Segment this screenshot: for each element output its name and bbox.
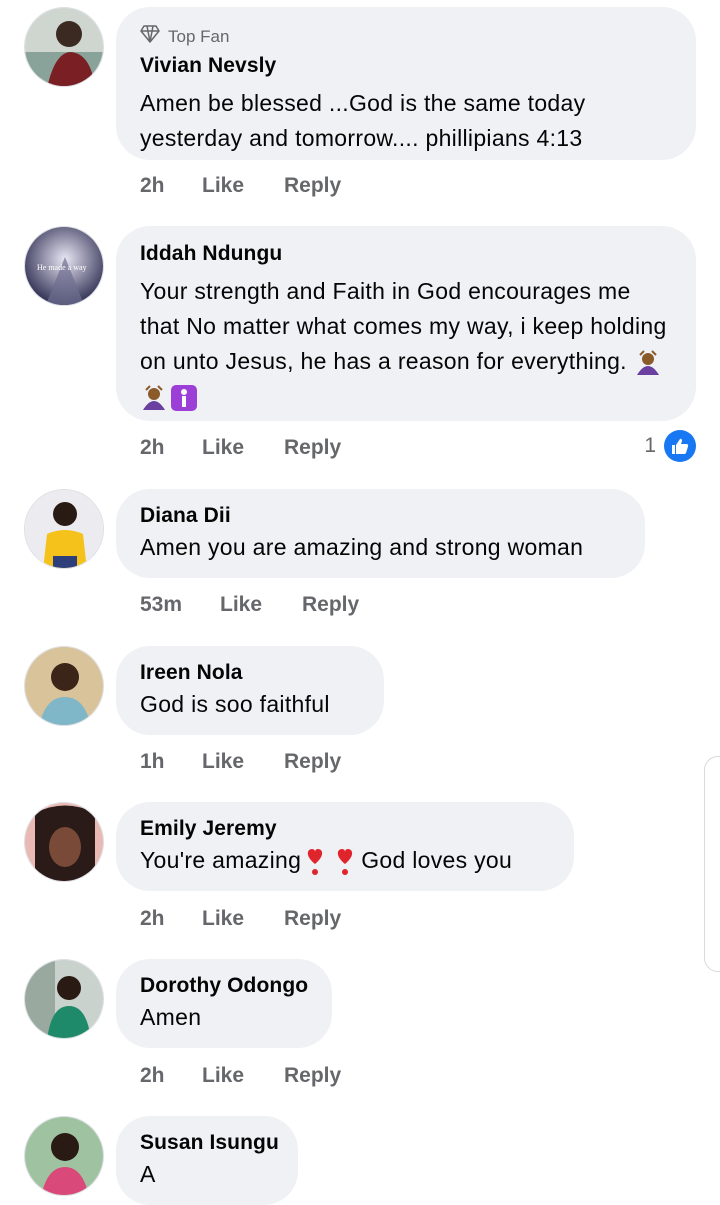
- commenter-name[interactable]: Vivian Nevsly: [140, 54, 672, 78]
- comment-bubble[interactable]: Top Fan Vivian Nevsly Amen be blessed ..…: [116, 7, 696, 160]
- reply-button[interactable]: Reply: [284, 174, 341, 198]
- bowing-person-emoji: [140, 384, 168, 412]
- side-panel-edge[interactable]: [704, 756, 720, 972]
- comment-bubble[interactable]: Dorothy Odongo Amen: [116, 959, 332, 1048]
- comment-bubble[interactable]: Diana Dii Amen you are amazing and stron…: [116, 489, 645, 578]
- reply-button[interactable]: Reply: [284, 436, 341, 460]
- comment-bubble[interactable]: Ireen Nola God is soo faithful: [116, 646, 384, 735]
- avatar[interactable]: [24, 959, 104, 1039]
- comment-text: God is soo faithful: [140, 691, 330, 717]
- timestamp[interactable]: 2h: [140, 1064, 202, 1088]
- like-button[interactable]: Like: [202, 750, 284, 774]
- avatar[interactable]: He made a way: [24, 226, 104, 306]
- timestamp[interactable]: 2h: [140, 907, 202, 931]
- avatar[interactable]: [24, 1116, 104, 1196]
- commenter-name[interactable]: Dorothy Odongo: [140, 974, 308, 998]
- person-raising-hand-emoji: [170, 384, 198, 412]
- comment-text: Your strength and Faith in God encourage…: [140, 274, 672, 414]
- top-fan-badge: Top Fan: [140, 25, 672, 48]
- timestamp[interactable]: 2h: [140, 174, 202, 198]
- badge-label: Top Fan: [168, 26, 230, 46]
- comment-text-body: Your strength and Faith in God encourage…: [140, 278, 667, 374]
- reply-button[interactable]: Reply: [284, 907, 341, 931]
- commenter-name[interactable]: Emily Jeremy: [140, 817, 550, 841]
- comment-actions: 2h Like Reply: [140, 436, 341, 460]
- commenter-name[interactable]: Iddah Ndungu: [140, 242, 672, 266]
- like-button[interactable]: Like: [220, 593, 302, 617]
- avatar-caption: He made a way: [37, 263, 87, 272]
- commenter-name[interactable]: Susan Isungu: [140, 1131, 279, 1155]
- comment-text: Amen you are amazing and strong woman: [140, 534, 584, 560]
- like-button[interactable]: Like: [202, 1064, 284, 1088]
- comment-text-part: God loves you: [361, 847, 513, 873]
- avatar[interactable]: [24, 7, 104, 87]
- diamond-icon: [140, 25, 160, 48]
- comment-text: You're amazing God loves you: [140, 843, 550, 878]
- comment-text-part: You're amazing: [140, 847, 302, 873]
- comment-text: Amen be blessed ...God is the same today…: [140, 90, 586, 151]
- commenter-name[interactable]: Ireen Nola: [140, 661, 360, 685]
- reaction-summary[interactable]: 1: [644, 430, 696, 462]
- comment-bubble[interactable]: Iddah Ndungu Your strength and Faith in …: [116, 226, 696, 421]
- reply-button[interactable]: Reply: [284, 1064, 341, 1088]
- avatar[interactable]: [24, 489, 104, 569]
- bowing-person-emoji: [634, 349, 662, 377]
- comment-text: Amen: [140, 1004, 202, 1030]
- comment-actions: 2h Like Reply: [140, 907, 341, 931]
- like-button[interactable]: Like: [202, 907, 284, 931]
- comment-bubble[interactable]: Susan Isungu A: [116, 1116, 298, 1205]
- like-button[interactable]: Like: [202, 174, 284, 198]
- avatar[interactable]: [24, 646, 104, 726]
- reaction-count: 1: [644, 434, 656, 457]
- timestamp[interactable]: 1h: [140, 750, 202, 774]
- commenter-name[interactable]: Diana Dii: [140, 504, 621, 528]
- like-button[interactable]: Like: [202, 436, 284, 460]
- timestamp[interactable]: 53m: [140, 593, 220, 617]
- avatar[interactable]: [24, 802, 104, 882]
- comment-text: A: [140, 1161, 156, 1187]
- timestamp[interactable]: 2h: [140, 436, 202, 460]
- red-heart-exclamation-emoji: [301, 848, 329, 876]
- reply-button[interactable]: Reply: [302, 593, 359, 617]
- reply-button[interactable]: Reply: [284, 750, 341, 774]
- comment-actions: 2h Like Reply: [140, 174, 341, 198]
- comment-actions: 1h Like Reply: [140, 750, 341, 774]
- red-heart-exclamation-emoji: [331, 848, 359, 876]
- comment-actions: 53m Like Reply: [140, 593, 359, 617]
- comment-bubble[interactable]: Emily Jeremy You're amazing God loves you: [116, 802, 574, 891]
- like-thumb-icon: [664, 430, 696, 462]
- comment-actions: 2h Like Reply: [140, 1064, 341, 1088]
